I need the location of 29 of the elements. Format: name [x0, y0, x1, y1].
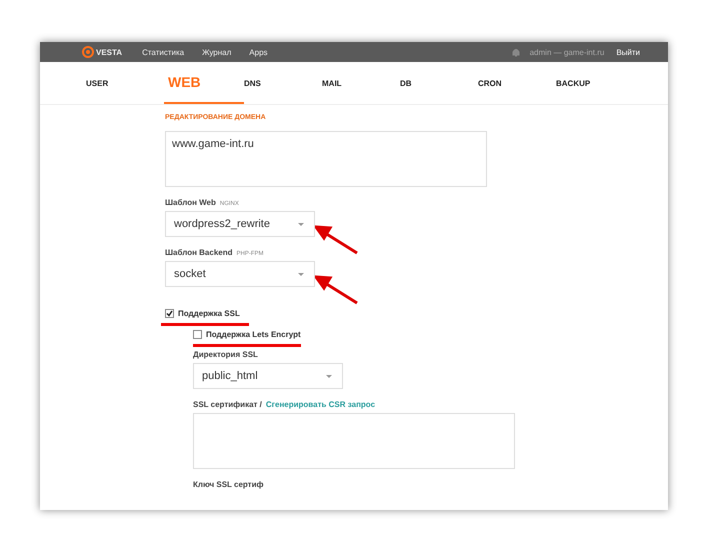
- tab[interactable]: USER: [86, 62, 164, 104]
- menu-link[interactable]: Журнал: [202, 48, 232, 56]
- logout-link[interactable]: Выйти: [616, 48, 640, 56]
- checkbox-label: Поддержка Lets Encrypt: [206, 330, 301, 339]
- menu-link[interactable]: Статистика: [142, 48, 184, 56]
- certificate-field[interactable]: [193, 413, 515, 469]
- field-label: Шаблон Web: [165, 198, 216, 207]
- logo-icon: [82, 46, 94, 58]
- field-label: Директория SSL: [193, 350, 258, 359]
- field-label: SSL сертификат /: [193, 400, 262, 409]
- checkbox-label: Поддержка SSL: [178, 309, 240, 318]
- tab[interactable]: CRON: [478, 62, 556, 104]
- tab[interactable]: DNS: [244, 62, 322, 104]
- arrow-annotation: [315, 275, 359, 305]
- checkbox[interactable]: [165, 309, 174, 318]
- logo[interactable]: VESTA: [82, 46, 122, 58]
- field-label: Шаблон Backend: [165, 248, 232, 257]
- template-select[interactable]: wordpress2_rewrite: [165, 211, 315, 237]
- arrow-annotation: [315, 225, 359, 255]
- tab[interactable]: MAIL: [322, 62, 400, 104]
- tab[interactable]: DB: [400, 62, 478, 104]
- checkbox[interactable]: [193, 330, 202, 339]
- menu-link[interactable]: Apps: [249, 48, 268, 56]
- directory-select[interactable]: public_html: [193, 363, 343, 389]
- tab[interactable]: BACKUP: [556, 62, 634, 104]
- field-label: Ключ SSL сертиф: [193, 480, 264, 489]
- bell-icon[interactable]: [512, 48, 520, 56]
- backend-select[interactable]: socket: [165, 261, 315, 287]
- aliases-field[interactable]: www.game-int.ru: [165, 131, 487, 187]
